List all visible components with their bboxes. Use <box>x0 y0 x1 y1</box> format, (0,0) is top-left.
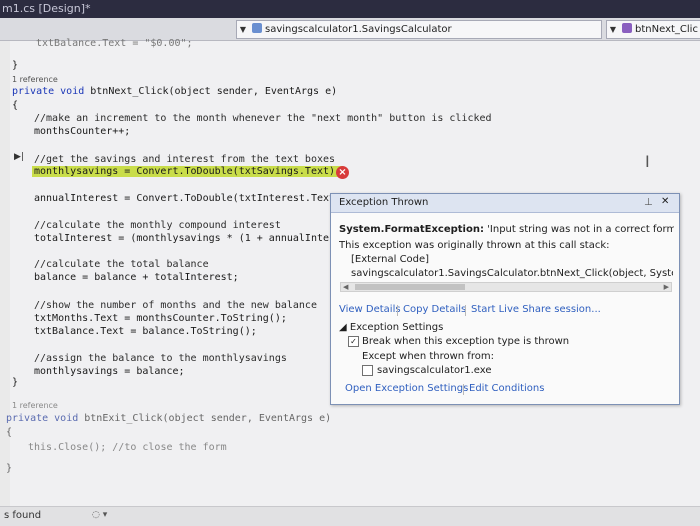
divider <box>397 305 398 316</box>
exception-title: Exception Thrown <box>339 197 429 208</box>
open-exception-settings-link[interactable]: Open Exception Settings <box>345 383 468 394</box>
method-icon <box>622 23 632 33</box>
code-line[interactable]: totalInterest = (monthlysavings * (1 + a… <box>34 233 347 244</box>
comment: //assign the balance to the monthlysavin… <box>34 353 287 364</box>
pin-icon[interactable]: ⊥ <box>644 197 653 208</box>
find-status: s found <box>4 510 42 521</box>
brace: { <box>12 100 19 111</box>
stack-frame[interactable]: [External Code] <box>351 254 429 265</box>
exception-settings-header: Exception Settings <box>349 322 444 333</box>
chevron-down-icon[interactable]: ◌ ▾ <box>92 510 107 520</box>
member-combo[interactable]: ▼ btnNext_Clic <box>606 20 700 39</box>
text-cursor-icon: I <box>645 152 650 171</box>
brace: } <box>12 377 19 388</box>
horizontal-scrollbar[interactable]: ◀ ▶ <box>340 282 672 292</box>
except-module-label: savingscalculator1.exe <box>377 365 492 376</box>
except-module-checkbox[interactable] <box>362 365 373 376</box>
edit-conditions-link[interactable]: Edit Conditions <box>469 383 544 394</box>
brace: } <box>12 60 19 71</box>
chevron-down-icon: ▼ <box>239 25 247 34</box>
exception-popup-header: Exception Thrown ⊥ ✕ <box>331 194 679 213</box>
class-combo-label: savingscalculator1.SavingsCalculator <box>265 24 452 35</box>
comment: //get the savings and interest from the … <box>34 154 336 165</box>
current-statement-line[interactable]: monthlysavings = Convert.ToDouble(txtSav… <box>32 166 344 177</box>
code-line[interactable]: annualInterest = Convert.ToDouble(txtInt… <box>34 193 347 204</box>
keyword: private void <box>12 86 85 97</box>
except-label: Except when thrown from: <box>362 351 494 362</box>
code-line[interactable]: monthlysavings = balance; <box>34 366 185 377</box>
stack-intro: This exception was originally thrown at … <box>339 240 610 251</box>
status-bar: s found ◌ ▾ <box>0 506 700 526</box>
code-line[interactable]: txtBalance.Text = "$0.00"; <box>36 38 193 49</box>
editor-gutter[interactable] <box>0 41 10 525</box>
scroll-right-icon[interactable]: ▶ <box>664 283 669 291</box>
signature-rest: btnExit_Click(object sender, EventArgs e… <box>78 413 332 424</box>
brace: } <box>6 463 13 474</box>
title-bar: m1.cs [Design]* <box>0 0 700 18</box>
error-icon[interactable]: × <box>336 166 349 179</box>
live-share-link[interactable]: Start Live Share session... <box>471 304 601 315</box>
code-line[interactable]: this.Close(); //to close the form <box>28 442 227 453</box>
scroll-left-icon[interactable]: ◀ <box>343 283 348 291</box>
comment: //show the number of months and the new … <box>34 300 317 311</box>
tab-title[interactable]: m1.cs [Design]* <box>2 2 91 15</box>
class-combo[interactable]: ▼ savingscalculator1.SavingsCalculator <box>236 20 602 39</box>
brace: { <box>6 427 13 438</box>
codelens-references[interactable]: 1 reference <box>12 75 58 84</box>
collapse-triangle-icon[interactable]: ◢ <box>339 322 350 333</box>
code-line[interactable]: balance = balance + totalInterest; <box>34 272 239 283</box>
scrollbar-thumb[interactable] <box>355 284 465 290</box>
break-checkbox[interactable]: ✓ <box>348 336 359 347</box>
signature-rest: btnNext_Click(object sender, EventArgs e… <box>84 86 338 97</box>
method-signature-exit[interactable]: private void btnExit_Click(object sender… <box>6 413 331 424</box>
comment: //calculate the total balance <box>34 259 209 270</box>
break-label: Break when this exception type is thrown <box>362 336 570 347</box>
breakpoint-arrow-icon[interactable]: ▶| <box>14 152 24 162</box>
exception-message[interactable]: System.FormatException: 'Input string wa… <box>339 224 674 235</box>
divider <box>463 384 464 395</box>
comment: //make an increment to the month wheneve… <box>34 113 492 124</box>
code-line[interactable]: monthsCounter++; <box>34 126 130 137</box>
close-icon[interactable]: ✕ <box>661 196 669 207</box>
exception-text: 'Input string was not in a correct forma… <box>483 224 674 235</box>
stack-frame[interactable]: savingscalculator1.SavingsCalculator.btn… <box>351 268 673 279</box>
divider <box>465 305 466 316</box>
exception-settings-group[interactable]: ◢ Exception Settings <box>339 322 443 333</box>
method-signature-next[interactable]: private void btnNext_Click(object sender… <box>12 86 337 97</box>
keyword: private void <box>6 413 79 424</box>
member-combo-label: btnNext_Clic <box>635 24 698 35</box>
chevron-down-icon: ▼ <box>609 25 617 34</box>
view-details-link[interactable]: View Details <box>339 304 401 315</box>
code-line[interactable]: txtBalance.Text = balance.ToString(); <box>34 326 257 337</box>
comment: //calculate the monthly compound interes… <box>34 220 281 231</box>
copy-details-link[interactable]: Copy Details <box>403 304 466 315</box>
exception-popup: Exception Thrown ⊥ ✕ System.FormatExcept… <box>330 193 680 405</box>
class-icon <box>252 23 262 33</box>
code-line[interactable]: txtMonths.Text = monthsCounter.ToString(… <box>34 313 287 324</box>
codelens-references[interactable]: 1 reference <box>12 401 58 410</box>
exception-type: System.FormatException: <box>339 224 484 235</box>
